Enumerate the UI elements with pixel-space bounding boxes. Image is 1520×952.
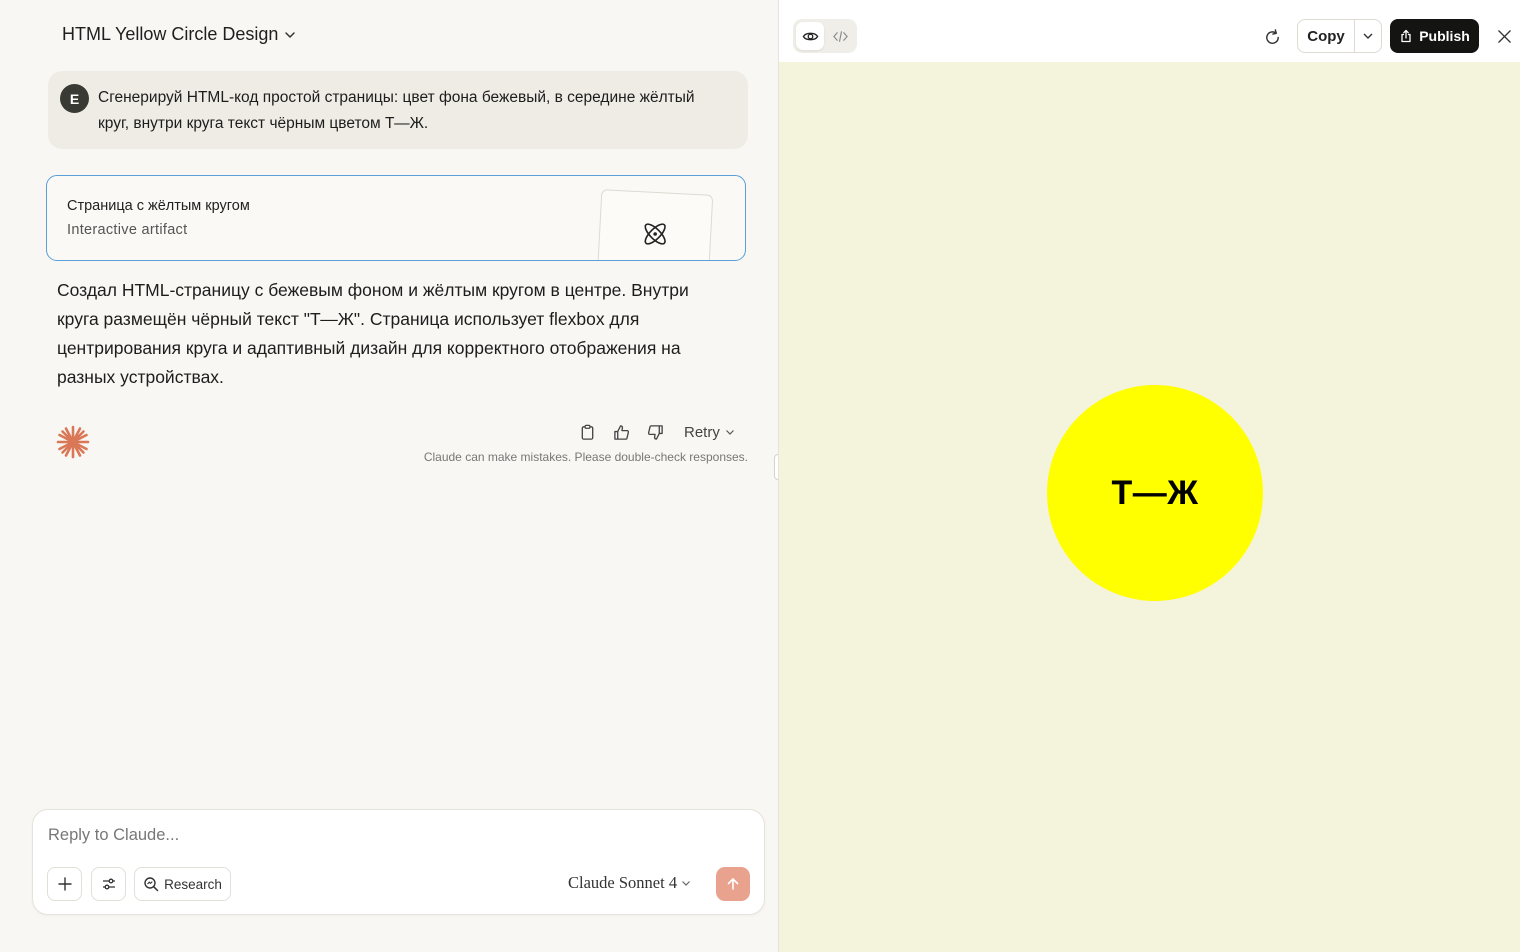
conversation-title[interactable]: HTML Yellow Circle Design [62,24,296,45]
arrow-up-icon [727,878,739,890]
thumbs-down-button[interactable] [644,421,666,443]
code-tab[interactable] [826,22,854,50]
tools-button[interactable] [91,867,126,901]
thumbs-down-icon [647,424,663,440]
avatar[interactable]: E [60,84,89,113]
retry-label: Retry [684,423,720,441]
claude-logo-icon [56,425,90,459]
chevron-down-icon [285,31,296,38]
research-button[interactable]: Research [134,867,231,901]
close-icon [1497,29,1511,43]
clipboard-icon [581,424,593,440]
research-label: Research [164,876,222,892]
artifact-thumbnail [596,189,714,260]
send-button[interactable] [716,867,750,901]
artifact-subtitle: Interactive artifact [67,222,188,238]
artifact-preview-panel: Copy Publish Т—Ж [778,0,1520,952]
chevron-down-icon [682,881,691,886]
model-selector[interactable]: Claude Sonnet 4 [568,873,691,893]
yellow-circle: Т—Ж [1047,385,1263,601]
plus-icon [57,877,72,891]
chevron-down-icon [1363,33,1373,39]
copy-button[interactable]: Copy [1298,20,1355,52]
share-upload-icon [1401,29,1411,43]
reply-input[interactable] [48,826,738,845]
model-label: Claude Sonnet 4 [568,873,678,892]
conversation-title-text: HTML Yellow Circle Design [62,24,279,44]
view-toggle [793,19,857,53]
assistant-response: Создал HTML-страницу с бежевым фоном и ж… [57,280,689,387]
artifact-title: Страница с жёлтым кругом [67,198,250,214]
thumbs-up-button[interactable] [610,421,632,443]
close-preview-button[interactable] [1493,25,1515,47]
copy-button-group: Copy [1297,19,1382,53]
refresh-icon [1265,28,1279,44]
disclaimer: Claude can make mistakes. Please double-… [423,450,748,464]
publish-button[interactable]: Publish [1390,19,1479,53]
research-search-icon [144,877,159,892]
copy-dropdown-button[interactable] [1355,20,1381,52]
chevron-down-icon [725,430,734,435]
artifact-card[interactable]: Страница с жёлтым кругом Interactive art… [46,175,746,261]
circle-text: Т—Ж [1111,473,1199,512]
user-message-text: Сгенерируй HTML-код простой страницы: цв… [98,89,695,132]
user-message: E Сгенерируй HTML-код простой страницы: … [48,71,748,149]
preview-tab[interactable] [796,22,824,50]
chat-panel: HTML Yellow Circle Design E Сгенерируй H… [0,0,778,952]
thumbs-up-icon [613,424,629,440]
code-icon [832,30,848,42]
composer: Research Claude Sonnet 4 [32,809,765,915]
sliders-icon [102,878,115,890]
copy-response-button[interactable] [576,421,598,443]
publish-label: Publish [1419,28,1470,44]
eye-icon [802,32,818,40]
react-atom-icon [644,223,666,245]
preview-toolbar: Copy Publish [779,0,1520,62]
message-actions: Retry [576,420,735,444]
refresh-button[interactable] [1259,24,1285,50]
retry-button[interactable]: Retry [684,424,735,441]
add-attachment-button[interactable] [47,867,82,901]
